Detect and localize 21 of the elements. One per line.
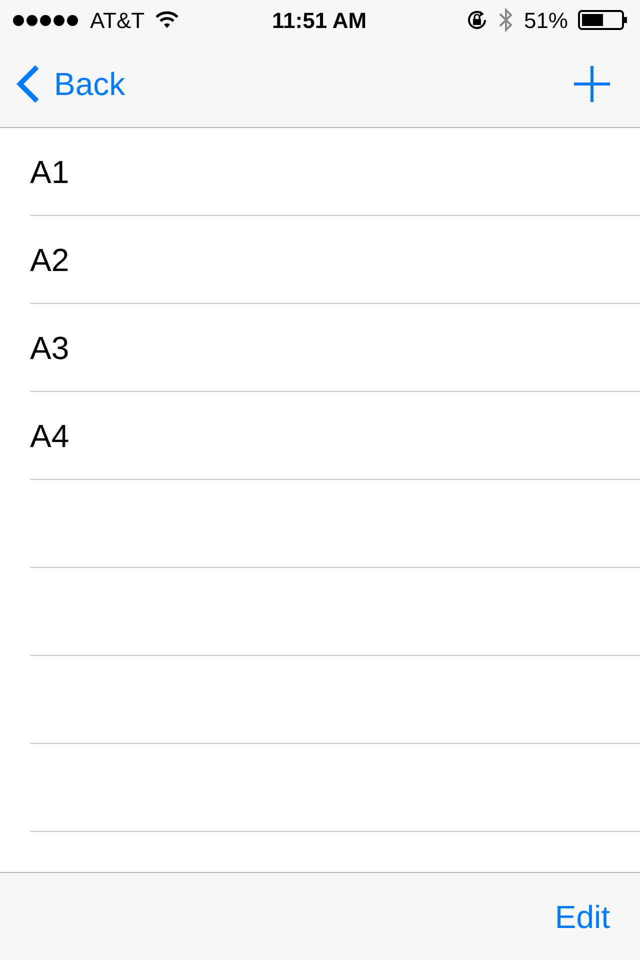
clock: 11:51 AM: [272, 6, 367, 34]
list-row[interactable]: A1: [0, 128, 640, 216]
row-label: A2: [30, 240, 70, 280]
back-button[interactable]: Back: [16, 60, 126, 108]
wifi-icon: [154, 11, 179, 29]
row-label: A3: [30, 328, 70, 368]
battery-icon: [578, 10, 628, 30]
add-button[interactable]: [574, 66, 610, 102]
list-row[interactable]: A3: [0, 304, 640, 392]
list-row[interactable]: A2: [0, 216, 640, 304]
row-label: A4: [30, 416, 70, 456]
row-label: A1: [30, 152, 70, 192]
plus-icon: [574, 66, 610, 102]
signal-icon: [12, 14, 80, 26]
carrier-label: AT&T: [90, 6, 145, 34]
edit-button[interactable]: Edit: [554, 892, 610, 940]
bluetooth-icon: [498, 7, 514, 33]
list-row[interactable]: A4: [0, 392, 640, 480]
chevron-left-icon: [16, 64, 40, 104]
rotation-lock-icon: [466, 9, 488, 31]
battery-percentage: 51%: [524, 6, 568, 34]
